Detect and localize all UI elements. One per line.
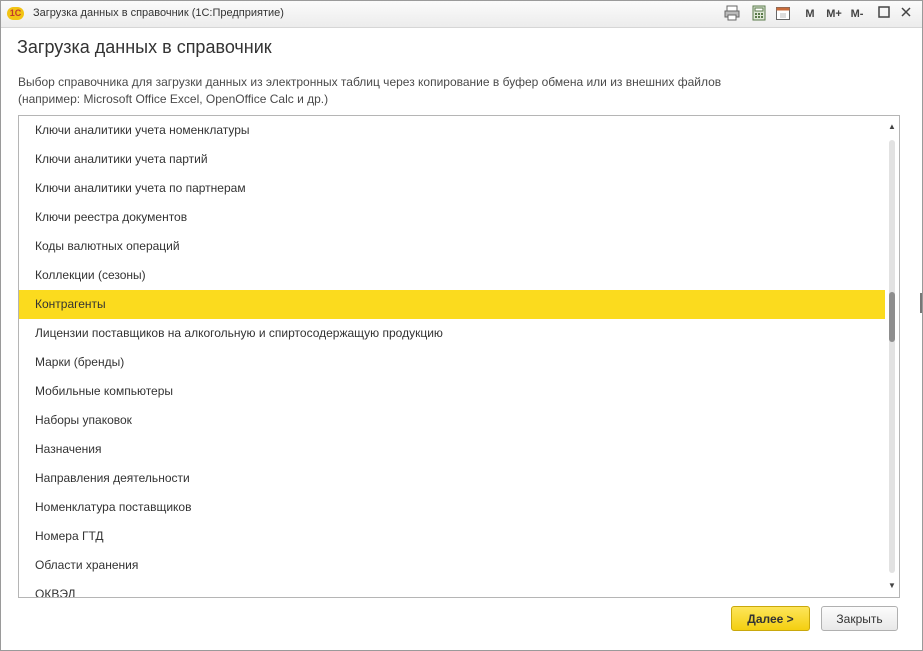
list-item[interactable]: Коллекции (сезоны) — [19, 261, 885, 290]
list-item[interactable]: Области хранения — [19, 551, 885, 580]
close-icon-glyph — [901, 7, 911, 17]
window-title: Загрузка данных в справочник (1С:Предпри… — [33, 7, 284, 19]
scrollbar-thumb[interactable] — [889, 292, 895, 342]
list-item[interactable]: Ключи реестра документов — [19, 203, 885, 232]
description-line-1: Выбор справочника для загрузки данных из… — [18, 75, 722, 89]
maximize-icon[interactable] — [875, 5, 893, 23]
list-item[interactable]: Назначения — [19, 435, 885, 464]
calendar-icon[interactable] — [774, 5, 792, 23]
scroll-up-icon[interactable]: ▲ — [885, 120, 899, 134]
memory-button[interactable]: M — [797, 5, 823, 23]
description-line-2: (например: Microsoft Office Excel, OpenO… — [18, 92, 329, 106]
list-item[interactable]: ОКВЭД — [19, 580, 885, 597]
list-item[interactable]: Направления деятельности — [19, 464, 885, 493]
print-icon-glyph — [724, 5, 740, 21]
list-item[interactable]: Ключи аналитики учета партий — [19, 145, 885, 174]
next-button[interactable]: Далее > — [731, 606, 810, 631]
calculator-icon[interactable] — [750, 5, 768, 23]
scrollbar-track[interactable] — [889, 140, 895, 573]
list-item[interactable]: Ключи аналитики учета по партнерам — [19, 174, 885, 203]
catalog-list[interactable]: Ключи аналитики учета номенклатуры Ключи … — [18, 115, 900, 598]
list-item[interactable]: Номера ГТД — [19, 522, 885, 551]
calculator-icon-glyph — [752, 5, 766, 21]
list-item[interactable]: Коды валютных операций — [19, 232, 885, 261]
list-item[interactable]: Марки (бренды) — [19, 348, 885, 377]
window-resize-grip[interactable] — [920, 293, 922, 313]
maximize-icon-glyph — [878, 6, 890, 18]
scroll-down-icon[interactable]: ▼ — [885, 579, 899, 593]
close-icon[interactable] — [897, 5, 915, 23]
list-item[interactable]: Лицензии поставщиков на алкогольную и сп… — [19, 319, 885, 348]
list-item[interactable]: Контрагенты — [19, 290, 885, 319]
catalog-list-rows: Ключи аналитики учета номенклатуры Ключи … — [19, 116, 885, 597]
list-item[interactable]: Мобильные компьютеры — [19, 377, 885, 406]
close-button[interactable]: Закрыть — [821, 606, 898, 631]
list-item[interactable]: Наборы упаковок — [19, 406, 885, 435]
title-bar: 1С Загрузка данных в справочник (1С:Пред… — [1, 1, 922, 28]
form-description: Выбор справочника для загрузки данных из… — [18, 74, 721, 108]
list-item[interactable]: Ключи аналитики учета номенклатуры — [19, 116, 885, 145]
page-title: Загрузка данных в справочник — [17, 37, 272, 57]
vertical-scrollbar[interactable]: ▲ ▼ — [885, 116, 899, 597]
app-logo-icon: 1С — [7, 7, 24, 20]
calendar-icon-glyph — [776, 7, 790, 20]
print-icon[interactable] — [723, 5, 741, 23]
list-item[interactable]: Номенклатура поставщиков — [19, 493, 885, 522]
dialog-window: 1С Загрузка данных в справочник (1С:Пред… — [0, 0, 923, 651]
memory-minus-button[interactable]: M- — [844, 5, 870, 23]
